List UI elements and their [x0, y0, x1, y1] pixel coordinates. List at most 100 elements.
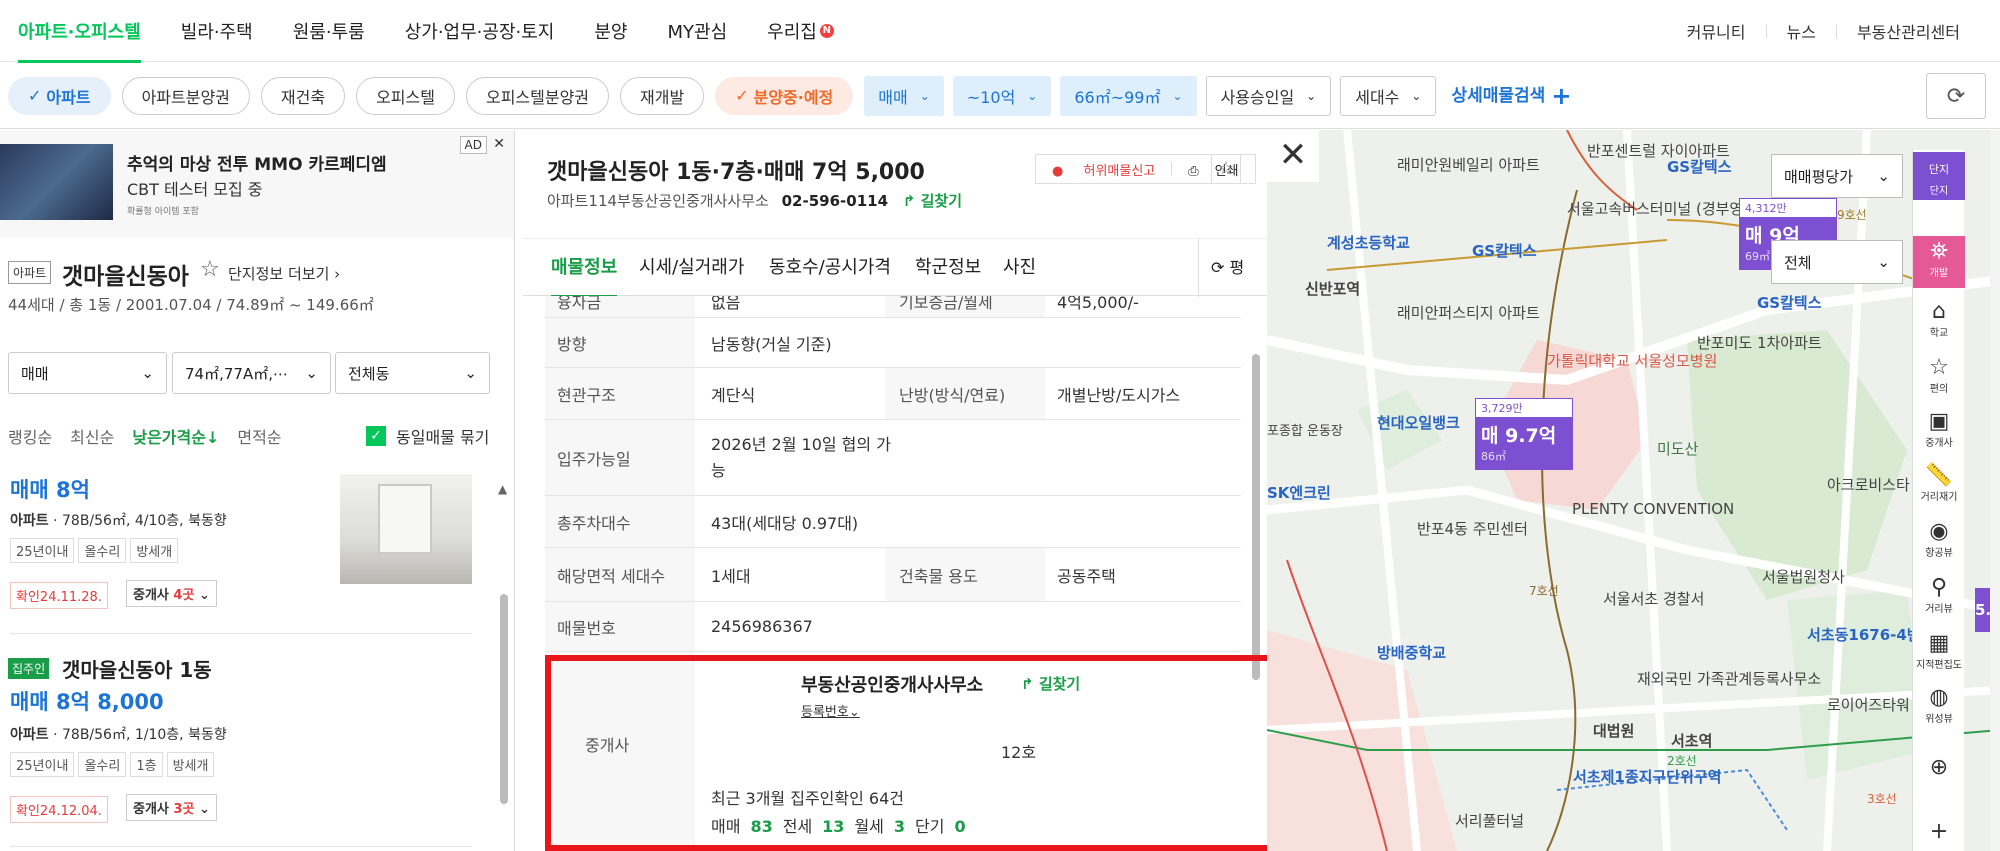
rail-agent-button[interactable]: ▣ 중개사 — [1913, 410, 1965, 458]
checkbox-label: 동일매물 묶기 — [396, 428, 490, 447]
chevron-down-icon: ⌄ — [1877, 253, 1890, 271]
nav-apartment-officetel[interactable]: 아파트·오피스텔 — [18, 0, 141, 63]
directions-link[interactable]: ↱ 길찾기 — [903, 192, 962, 210]
tab-photos[interactable]: 사진 — [1003, 239, 1036, 297]
broker-directions-link[interactable]: ↱ 길찾기 — [1021, 673, 1080, 694]
map-filter-select[interactable]: 전체 ⌄ — [1771, 240, 1903, 284]
row-value: 공동주택 — [1057, 566, 1116, 586]
sort-ranking[interactable]: 랭킹순 — [8, 424, 52, 448]
count-jeonse[interactable]: 전세 13 — [783, 813, 845, 837]
count-value: 83 — [750, 817, 773, 836]
group-same-listing-checkbox[interactable]: ✓ 동일매물 묶기 — [366, 424, 489, 448]
agents-dropdown[interactable]: 중개사 3곳 ⌄ — [126, 794, 217, 821]
ad-note: 확률형 아이템 포함 — [127, 207, 199, 217]
left-select-area[interactable]: 74㎡,77A㎡,⋯ ⌄ — [172, 352, 331, 394]
tab-school[interactable]: 학군정보 — [915, 239, 981, 297]
agents-count: 4곳 — [173, 588, 195, 603]
report-false-listing-button[interactable]: ● 허위매물신고 — [1036, 160, 1171, 179]
select-approval-date[interactable]: 사용승인일 ⌄ — [1205, 75, 1332, 116]
price-marker[interactable]: 3,729만 매 9.7억 86㎡ — [1475, 398, 1573, 470]
rail-convenience-button[interactable]: ☆ 편의 — [1913, 356, 1965, 404]
nav-oneroom[interactable]: 원룸·투룸 — [293, 0, 365, 62]
rail-streetview-button[interactable]: ⚲ 거리뷰 — [1913, 576, 1965, 624]
chip-presale-planned[interactable]: ✓ 분양중·예정 — [715, 76, 854, 115]
close-icon[interactable]: ✕ — [1267, 130, 1319, 182]
star-icon[interactable]: ☆ — [200, 257, 220, 282]
listing-photo[interactable] — [340, 474, 472, 584]
map-label: 신반포역 — [1305, 280, 1361, 298]
zoom-in-button[interactable]: + — [1913, 820, 1965, 850]
rail-aerial-button[interactable]: ◉ 항공뷰 — [1913, 520, 1965, 568]
scrollbar-thumb[interactable] — [1252, 354, 1260, 680]
chip-redevelopment[interactable]: 재개발 — [620, 76, 705, 115]
chevron-down-icon: ⌄ — [1172, 88, 1183, 103]
cadastral-icon: ▦ — [1928, 631, 1950, 656]
chip-reconstruction[interactable]: 재건축 — [260, 76, 346, 115]
select-price[interactable]: ~10억 ⌄ — [952, 75, 1052, 116]
broker-name: 부동산공인중개사사무소 — [801, 675, 984, 696]
tab-price-history[interactable]: 시세/실거래가 — [639, 239, 744, 297]
agents-dropdown[interactable]: 중개사 4곳 ⌄ — [126, 580, 217, 607]
ad-banner[interactable]: 추억의 마상 전투 MMO 카르페디엠 CBT 테스터 모집 중 확률형 아이템… — [0, 130, 514, 238]
rail-cadastral-button[interactable]: ▦ 지적편집도 — [1913, 632, 1965, 680]
complex-info-more-link[interactable]: 단지정보 더보기 › — [228, 263, 340, 284]
row-value: 2456986367 — [711, 617, 813, 636]
agent-center-link[interactable]: 부동산관리센터 — [1857, 19, 1960, 43]
rail-school-button[interactable]: ⌂ 학교 — [1913, 300, 1965, 348]
sort-area[interactable]: 면적순 — [237, 424, 281, 448]
star-icon[interactable]: ☆ — [1211, 154, 1241, 184]
scrollbar-thumb[interactable] — [500, 594, 508, 804]
left-select-dong[interactable]: 전체동 ⌄ — [335, 352, 490, 394]
count-short[interactable]: 단기 0 — [915, 813, 966, 837]
count-monthly[interactable]: 월세 3 — [854, 813, 905, 837]
nav-commercial[interactable]: 상가·업무·공장·토지 — [405, 0, 555, 62]
table-row: 총주차대수 43대(세대당 0.97대) — [545, 496, 1241, 548]
select-value: 전체 — [1784, 253, 1812, 272]
nav-my-home[interactable]: 우리집 N — [767, 0, 834, 62]
my-location-button[interactable]: ⊕ — [1913, 756, 1965, 796]
district-area — [1267, 630, 1457, 851]
print-icon: ⎙ — [1188, 163, 1199, 179]
registration-number-toggle[interactable]: 등록번호⌄ — [801, 701, 860, 720]
tab-unit-price[interactable]: 동호수/공시가격 — [769, 239, 891, 297]
chip-apartment[interactable]: ✓ 아파트 — [8, 76, 111, 115]
select-area[interactable]: 66㎡~99㎡ ⌄ — [1060, 75, 1197, 116]
rail-label: 거리재기 — [1920, 492, 1958, 503]
close-icon[interactable]: ✕ — [493, 136, 505, 152]
scroll-up-icon[interactable]: ▲ — [498, 482, 507, 496]
listing-spec-detail: 78B/56㎡, 1/10층, 북동향 — [62, 727, 227, 743]
rail-development-button[interactable]: ⛯ 개발 — [1913, 236, 1965, 288]
rail-complex-button[interactable]: 단지 단지 — [1913, 152, 1965, 200]
row-key: 해당면적 세대수 — [545, 548, 695, 601]
rail-measure-button[interactable]: 📏 거리재기 — [1913, 464, 1965, 512]
table-row: 방향 남동향(거실 기준) — [545, 318, 1241, 368]
unit-toggle-button[interactable]: ⟳ 평 — [1198, 239, 1267, 297]
nav-villa-house[interactable]: 빌라·주택 — [181, 0, 253, 62]
advanced-search-button[interactable]: 상세매물검색 + — [1451, 81, 1571, 110]
chip-officetel[interactable]: 오피스텔 — [356, 76, 455, 115]
tab-listing-info[interactable]: 매물정보 — [551, 239, 618, 298]
detail-scrollbar[interactable] — [1251, 354, 1261, 680]
sort-low-price[interactable]: 낮은가격순↓ — [132, 424, 219, 448]
page-scrollbar[interactable] — [1990, 130, 2000, 851]
community-link[interactable]: 커뮤니티 — [1687, 19, 1746, 43]
nav-my-interest[interactable]: MY관심 — [667, 0, 727, 62]
count-sale[interactable]: 매매 83 — [711, 813, 773, 837]
chip-apartment-presale-right[interactable]: 아파트분양권 — [121, 76, 250, 115]
news-link[interactable]: 뉴스 — [1787, 19, 1816, 43]
select-households[interactable]: 세대수 ⌄ — [1340, 75, 1437, 116]
map-label: 포종합 운동장 — [1267, 424, 1343, 439]
chip-officetel-presale-right[interactable]: 오피스텔분양권 — [465, 76, 610, 115]
select-value: 매매 — [878, 87, 908, 107]
map-price-type-select[interactable]: 매매평당가 ⌄ — [1771, 154, 1903, 198]
refresh-icon[interactable]: ⟳ — [1926, 73, 1986, 119]
left-select-trade[interactable]: 매매 ⌄ — [8, 352, 167, 394]
row-key: 현관구조 — [545, 368, 695, 419]
rail-satellite-button[interactable]: ◍ 위성뷰 — [1913, 686, 1965, 734]
select-trade-type[interactable]: 매매 ⌄ — [864, 75, 944, 116]
refresh-icon: ⟳ — [1211, 258, 1225, 277]
sort-latest[interactable]: 최신순 — [70, 424, 114, 448]
map-view[interactable]: 래미안원베일리 아파트 반포센트럴 자이아파트 GS칼텍스 서울고속버스터미널 … — [1267, 130, 2000, 851]
nav-presale[interactable]: 분양 — [594, 0, 627, 62]
list-scrollbar[interactable]: ▲ — [498, 482, 510, 851]
